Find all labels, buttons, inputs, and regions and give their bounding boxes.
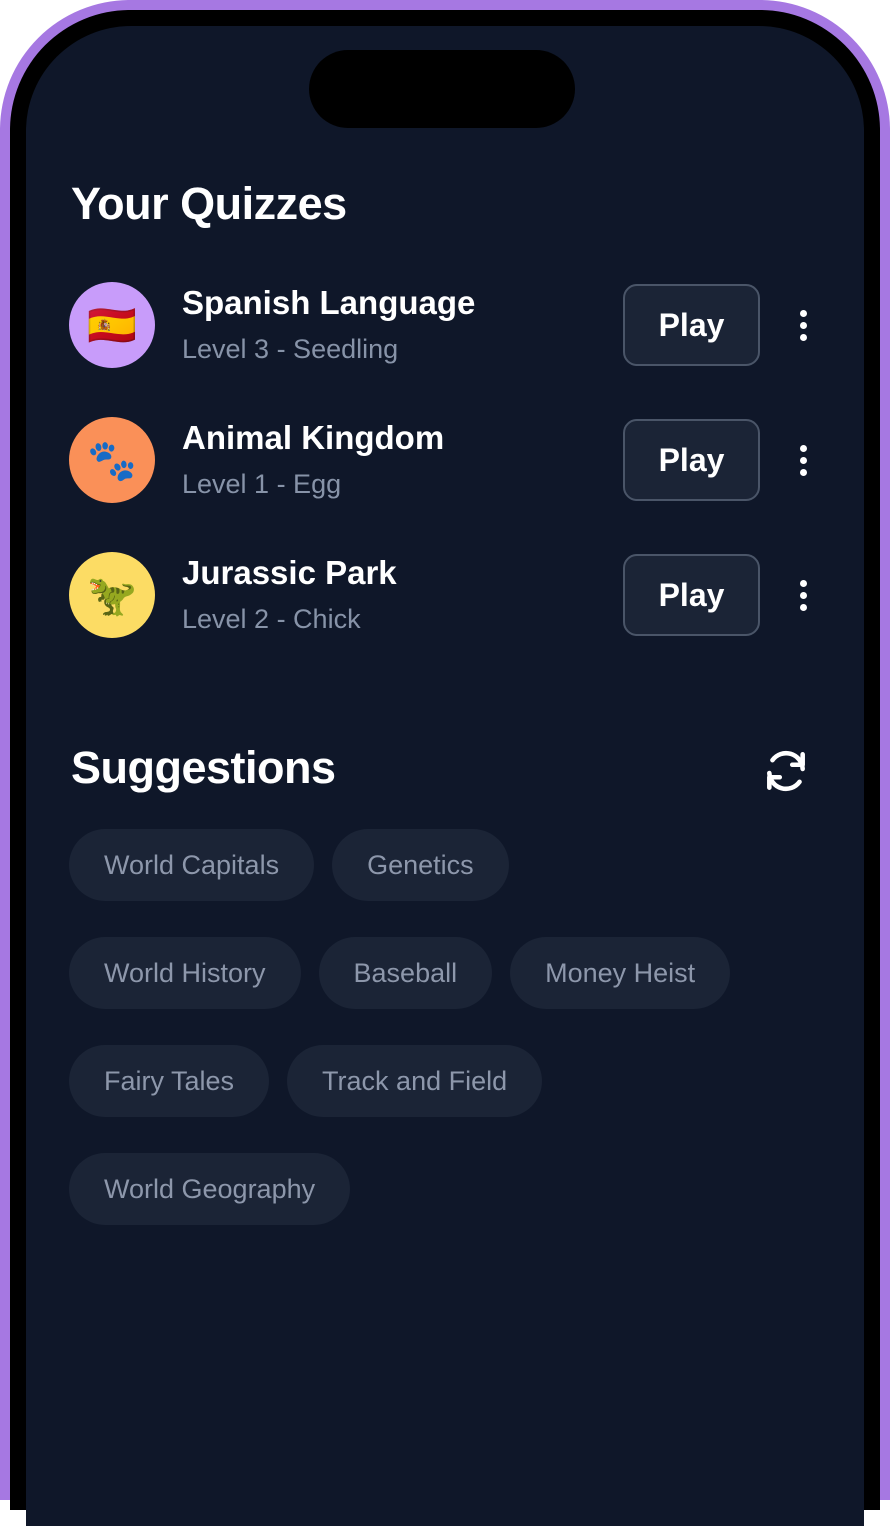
suggestion-chip[interactable]: Track and Field bbox=[287, 1045, 543, 1117]
quiz-name: Jurassic Park bbox=[182, 554, 397, 591]
suggestion-chip[interactable]: Baseball bbox=[318, 937, 493, 1009]
suggestion-chip[interactable]: Money Heist bbox=[510, 937, 731, 1009]
suggestion-chip[interactable]: Genetics bbox=[332, 829, 509, 901]
t-rex-icon: 🦖 bbox=[69, 552, 155, 638]
play-button[interactable]: Play bbox=[623, 554, 760, 636]
more-options-icon[interactable] bbox=[787, 435, 819, 485]
play-button[interactable]: Play bbox=[623, 284, 760, 366]
suggestion-chip[interactable]: Fairy Tales bbox=[69, 1045, 270, 1117]
play-button[interactable]: Play bbox=[623, 419, 760, 501]
paw-prints-icon: 🐾 bbox=[69, 417, 155, 503]
suggestion-chip[interactable]: World Geography bbox=[69, 1153, 351, 1225]
quiz-level: Level 3 - Seedling bbox=[182, 334, 399, 364]
page-title: Your Quizzes bbox=[71, 178, 347, 229]
app-screen: Your Quizzes 🇪🇸 Spanish Language Level 3… bbox=[26, 26, 864, 1526]
quiz-item: 🦖 Jurassic Park Level 2 - Chick Play bbox=[69, 552, 829, 638]
quiz-name: Spanish Language bbox=[182, 284, 476, 321]
suggestion-chip[interactable]: World Capitals bbox=[69, 829, 315, 901]
suggestions-title: Suggestions bbox=[71, 742, 336, 793]
refresh-icon[interactable] bbox=[761, 746, 811, 796]
spain-flag-icon: 🇪🇸 bbox=[69, 282, 155, 368]
suggestion-chips: World Capitals Genetics World History Ba… bbox=[69, 829, 809, 1225]
quiz-item: 🇪🇸 Spanish Language Level 3 - Seedling P… bbox=[69, 282, 829, 368]
quiz-level: Level 1 - Egg bbox=[182, 469, 342, 499]
more-options-icon[interactable] bbox=[787, 570, 819, 620]
more-options-icon[interactable] bbox=[787, 300, 819, 350]
dynamic-island bbox=[309, 50, 575, 128]
quiz-item: 🐾 Animal Kingdom Level 1 - Egg Play bbox=[69, 417, 829, 503]
quiz-level: Level 2 - Chick bbox=[182, 604, 361, 634]
quiz-name: Animal Kingdom bbox=[182, 419, 445, 456]
suggestion-chip[interactable]: World History bbox=[69, 937, 301, 1009]
